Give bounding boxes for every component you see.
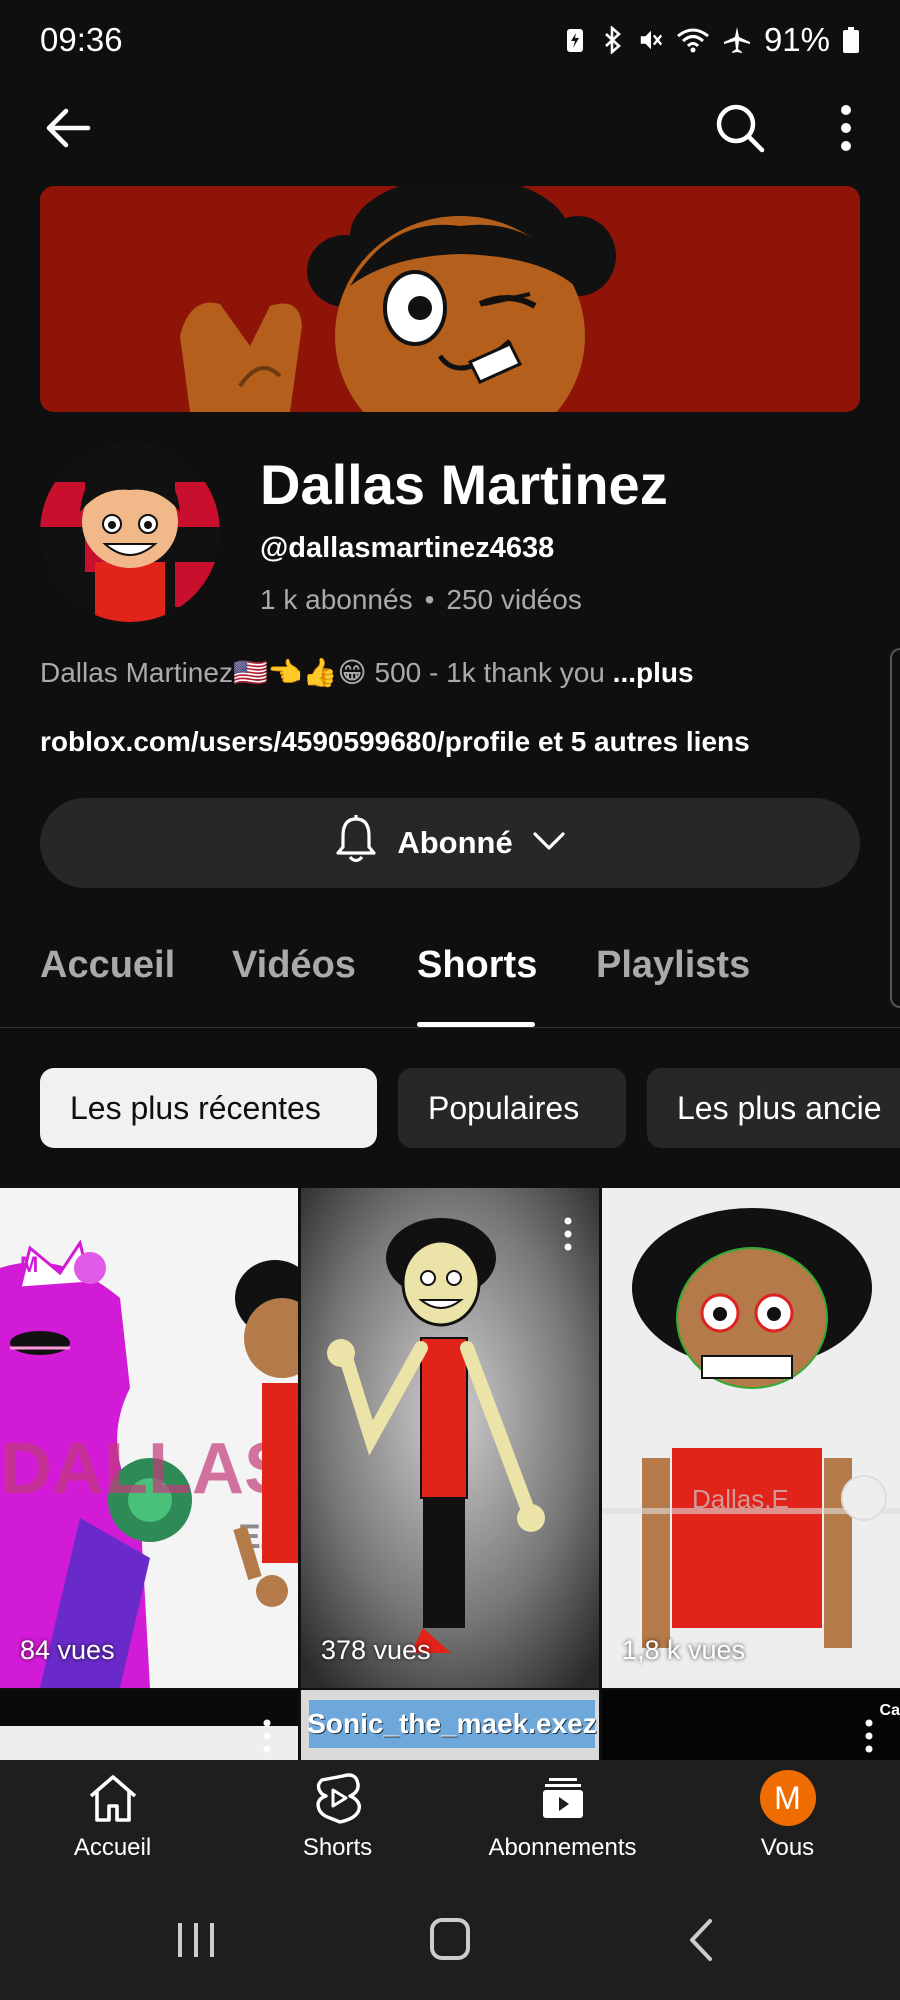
- account-avatar: M: [759, 1770, 816, 1826]
- description-text: Dallas Martinez🇺🇸👈👍😁 500 - 1k thank you: [40, 657, 605, 688]
- active-tab-indicator: [417, 1022, 535, 1027]
- status-icons: 91%: [562, 21, 860, 59]
- nav-shorts-label: Shorts: [302, 1834, 373, 1861]
- status-bar: 09:36 91%: [0, 0, 900, 80]
- shorts-icon: [310, 1770, 366, 1826]
- bottom-navigation: Accueil Shorts Abonnements M Vous: [0, 1760, 900, 1880]
- nav-home[interactable]: Accueil: [0, 1760, 225, 1880]
- more-vert-icon[interactable]: [262, 1718, 272, 1759]
- chevron-down-icon: [531, 825, 567, 861]
- account-avatar-letter: M: [759, 1770, 816, 1826]
- more-vert-icon[interactable]: [864, 1718, 874, 1759]
- nav-you[interactable]: M Vous: [675, 1760, 900, 1880]
- top-app-bar: [0, 90, 900, 160]
- short-title-overlay: Sonic_the_maek.exez: [307, 1700, 597, 1748]
- airplane-icon: [722, 25, 752, 55]
- bluetooth-icon: [600, 25, 626, 55]
- channel-name: Dallas Martinez: [260, 453, 668, 516]
- nav-subscriptions[interactable]: Abonnements: [450, 1760, 675, 1880]
- battery-icon: [842, 25, 860, 55]
- subscribed-button[interactable]: Abonné: [40, 798, 860, 888]
- capcut-label: Ca: [879, 1702, 900, 1719]
- wifi-icon: [676, 25, 710, 55]
- chip-popular[interactable]: Populaires: [398, 1068, 626, 1148]
- more-vert-icon[interactable]: [826, 98, 866, 158]
- shorts-row-2: Sonic_the_maek.exez Ca: [0, 1690, 900, 1762]
- subscriber-count: 1 k abonnés: [260, 584, 413, 615]
- thumb-overlay-text: DALLAS: [0, 1429, 292, 1509]
- channel-links[interactable]: roblox.com/users/4590599680/profile et 5…: [40, 726, 750, 758]
- subscribed-label: Abonné: [397, 825, 513, 860]
- more-vert-icon[interactable]: [563, 1216, 573, 1252]
- home-icon: [85, 1770, 141, 1826]
- recent-apps-icon[interactable]: [166, 1915, 226, 1965]
- nav-home-label: Accueil: [73, 1834, 152, 1861]
- subscriptions-icon: [535, 1770, 591, 1826]
- thumb-overlay-text: Dallas.E: [692, 1484, 789, 1514]
- channel-avatar[interactable]: [40, 442, 220, 622]
- nav-subscriptions-label: Abonnements: [488, 1834, 637, 1861]
- description-more-link[interactable]: ...plus: [613, 657, 694, 688]
- channel-tabs: Accueil Vidéos Shorts Playlists: [0, 930, 900, 1028]
- system-navigation-bar: [0, 1880, 900, 2000]
- battery-percent: 91%: [763, 21, 830, 58]
- battery-saver-icon: [562, 25, 588, 55]
- short-thumbnail[interactable]: Dallas.E 1,8 k vues: [602, 1188, 900, 1688]
- shorts-grid: M DALLAS EZ 84 vues 378 vues Dallas.E 1,…: [0, 1188, 900, 1688]
- tab-accueil[interactable]: Accueil: [40, 944, 175, 987]
- short-thumbnail[interactable]: 378 vues: [301, 1188, 599, 1688]
- sort-chips: Les plus récentes Populaires Les plus an…: [0, 1068, 900, 1148]
- channel-link[interactable]: roblox.com/users/4590599680/profile: [40, 726, 530, 757]
- mute-icon: [638, 25, 664, 55]
- tab-videos[interactable]: Vidéos: [232, 944, 356, 987]
- nav-you-label: Vous: [760, 1834, 815, 1861]
- svg-text:M: M: [20, 1252, 38, 1277]
- more-links[interactable]: et 5 autres liens: [538, 726, 750, 757]
- short-thumbnail[interactable]: M DALLAS EZ 84 vues: [0, 1188, 298, 1688]
- stats-separator: •: [424, 584, 435, 615]
- channel-banner: [40, 186, 860, 412]
- search-icon[interactable]: [710, 98, 770, 158]
- chip-oldest[interactable]: Les plus ancie: [647, 1068, 900, 1148]
- channel-handle: @dallasmartinez4638: [260, 532, 555, 564]
- tab-playlists[interactable]: Playlists: [596, 944, 750, 987]
- bell-icon: [333, 814, 379, 872]
- tab-shorts[interactable]: Shorts: [417, 944, 537, 987]
- short-thumbnail[interactable]: Ca: [602, 1690, 900, 1762]
- system-back-icon[interactable]: [672, 1915, 732, 1965]
- short-views: 84 vues: [20, 1635, 115, 1665]
- channel-stats: 1 k abonnés • 250 vidéos: [260, 584, 582, 616]
- channel-description[interactable]: Dallas Martinez🇺🇸👈👍😁 500 - 1k thank you …: [40, 656, 694, 689]
- short-views: 378 vues: [321, 1635, 431, 1665]
- chip-most-recent[interactable]: Les plus récentes: [40, 1068, 377, 1148]
- nav-shorts[interactable]: Shorts: [225, 1760, 450, 1880]
- status-time: 09:36: [40, 21, 123, 58]
- short-thumbnail[interactable]: Sonic_the_maek.exez: [301, 1690, 599, 1762]
- home-button-icon[interactable]: [420, 1915, 480, 1965]
- video-count: 250 vidéos: [446, 584, 582, 615]
- short-views: 1,8 k vues: [622, 1635, 746, 1665]
- back-arrow-icon[interactable]: [40, 100, 96, 156]
- short-thumbnail[interactable]: [0, 1690, 298, 1762]
